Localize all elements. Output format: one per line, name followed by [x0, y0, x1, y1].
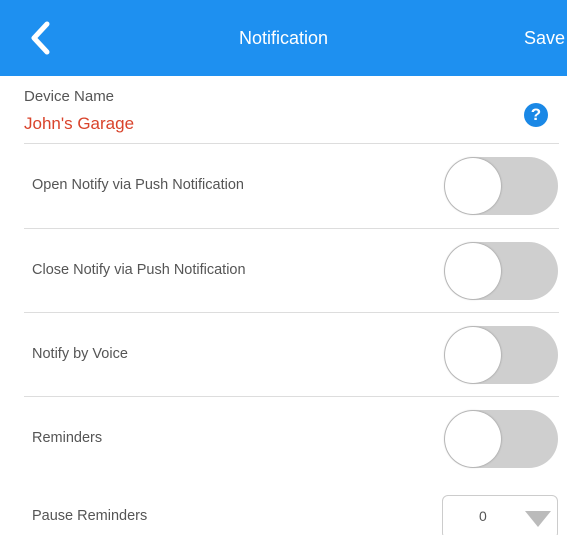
setting-row-reminders: Reminders: [0, 396, 567, 480]
setting-row-open-notify: Open Notify via Push Notification: [0, 143, 567, 227]
device-name-value: John's Garage: [24, 114, 135, 133]
open-notify-toggle[interactable]: [444, 157, 558, 215]
page-title: Notification: [238, 28, 329, 48]
setting-row-close-notify: Close Notify via Push Notification: [0, 228, 567, 312]
device-info: Device Name John's Garage ?: [0, 76, 567, 143]
setting-label: Notify by Voice: [32, 346, 128, 362]
pause-reminders-select[interactable]: 0: [442, 495, 558, 535]
question-circle-icon[interactable]: ?: [524, 103, 548, 127]
setting-row-notify-voice: Notify by Voice: [0, 312, 567, 396]
back-button[interactable]: [20, 18, 60, 58]
chevron-left-icon: [31, 21, 50, 55]
notify-voice-toggle[interactable]: [444, 326, 558, 384]
header-bar: Notification Save: [0, 0, 567, 76]
toggle-knob: [445, 243, 501, 299]
select-value: 0: [479, 508, 487, 524]
setting-label: Open Notify via Push Notification: [32, 177, 244, 193]
setting-label: Reminders: [32, 430, 103, 446]
device-name-label: Device Name: [24, 88, 115, 105]
toggle-knob: [445, 411, 501, 467]
reminders-toggle[interactable]: [444, 410, 558, 468]
toggle-knob: [445, 327, 501, 383]
setting-label: Close Notify via Push Notification: [32, 262, 246, 278]
toggle-knob: [445, 158, 501, 214]
setting-label: Pause Reminders: [32, 508, 148, 524]
notification-screen: Notification Save Device Name John's Gar…: [0, 0, 567, 535]
dropdown-arrow-icon: [525, 511, 551, 527]
save-button[interactable]: Save: [524, 0, 565, 76]
close-notify-toggle[interactable]: [444, 242, 558, 300]
